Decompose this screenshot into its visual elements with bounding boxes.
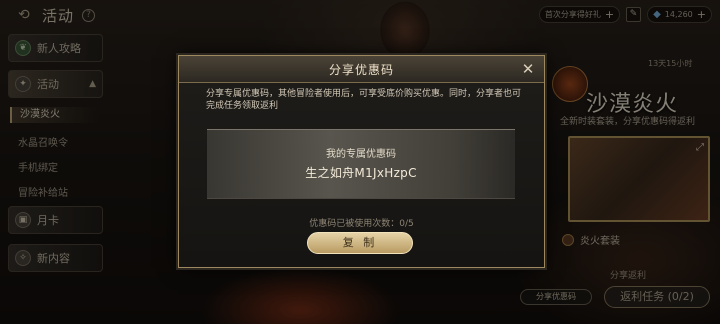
code-label: 我的专属优惠码: [326, 149, 396, 160]
dialog-title: 分享优惠码: [328, 62, 394, 77]
copy-button[interactable]: 复 制: [307, 232, 413, 254]
promo-code-value: 生之如舟M1JxHzpC: [305, 166, 417, 180]
close-icon[interactable]: ✕: [520, 61, 536, 77]
share-code-dialog: 分享优惠码 ✕ 分享专属优惠码，其他冒险者使用后，可享受底价购买优惠。同时，分享…: [178, 55, 545, 268]
dialog-header: 分享优惠码: [179, 56, 544, 83]
code-panel: 我的专属优惠码 生之如舟M1JxHzpC: [207, 129, 515, 199]
dialog-description: 分享专属优惠码，其他冒险者使用后，可享受底价购买优惠。同时，分享者也可完成任务领…: [206, 89, 522, 111]
usage-count: 优惠码已被使用次数：0/5: [309, 219, 414, 229]
